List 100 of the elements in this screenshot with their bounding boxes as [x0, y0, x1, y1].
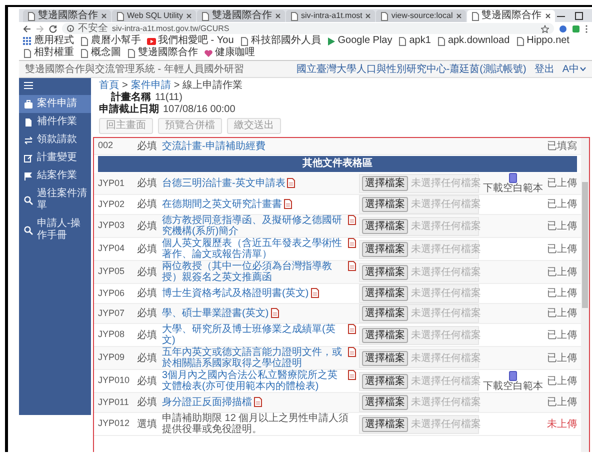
document-link[interactable]: 在德期間之英文研究計畫書	[162, 199, 282, 210]
pdf-icon[interactable]	[348, 215, 356, 225]
reload-icon[interactable]	[49, 24, 57, 32]
sidebar-item[interactable]: 過往案件清單	[19, 185, 91, 215]
document-link[interactable]: 身分證正反面掃描檔	[162, 397, 252, 408]
bookmark-link[interactable]: 健康咖哩	[204, 47, 255, 59]
choose-file-button[interactable]: 選擇檔案	[362, 328, 408, 342]
choose-file-button[interactable]: 選擇檔案	[362, 218, 408, 234]
pdf-icon[interactable]	[254, 397, 262, 407]
bookmark-link[interactable]: Google Play	[326, 35, 392, 47]
pdf-icon[interactable]	[348, 370, 356, 380]
file-upload-field[interactable]: 選擇檔案 未選擇任何檔案	[359, 262, 479, 282]
breadcrumb-link[interactable]: 案件申請	[130, 80, 171, 92]
document-link[interactable]: 學、碩士畢業證書(英文)	[162, 308, 269, 319]
back-icon[interactable]	[23, 24, 31, 32]
pdf-icon[interactable]	[348, 238, 356, 248]
choose-file-button[interactable]: 選擇檔案	[362, 416, 408, 432]
close-icon[interactable]	[186, 13, 192, 19]
document-link[interactable]: 五年內英文或德文語言能力證明文件，或於相關語系國家取得之學位證明	[162, 347, 346, 369]
close-icon[interactable]	[456, 13, 462, 19]
close-icon[interactable]	[275, 13, 282, 19]
bookmark-link[interactable]: apk.download	[436, 35, 510, 47]
document-link[interactable]: 3個月內之國內合法公私立醫療院所之英文體檢表(亦可使用範本內的體檢表)	[162, 370, 346, 392]
breadcrumb-link[interactable]: 首頁	[99, 80, 119, 92]
choose-file-button[interactable]: 選擇檔案	[362, 395, 408, 410]
browser-tab[interactable]: Web SQL Utility	[112, 10, 196, 22]
document-link[interactable]: 台德三明治計畫-英文申請表	[162, 178, 286, 189]
document-link[interactable]: 兩位教授（其中一位必須為台灣指導教授）親簽名之英文推薦函	[162, 261, 346, 283]
bookmark-link[interactable]: 農曆小幫手	[80, 35, 141, 47]
bookmark-link[interactable]: 雙邊國際合作	[127, 47, 198, 59]
pdf-icon[interactable]	[348, 261, 356, 271]
choose-file-button[interactable]: 選擇檔案	[362, 242, 408, 256]
pdf-icon[interactable]	[310, 288, 319, 298]
bookmark-link[interactable]: 應用程式	[23, 35, 74, 47]
pdf-icon[interactable]	[348, 324, 356, 334]
browser-tab[interactable]: 雙邊國際合作	[466, 10, 555, 22]
browser-tab[interactable]: view-source:local	[376, 10, 466, 22]
download-template-link[interactable]: 下載空白範本	[482, 370, 544, 392]
close-icon[interactable]	[544, 13, 551, 19]
choose-file-button[interactable]: 選擇檔案	[362, 306, 408, 321]
grid-icon	[23, 36, 32, 46]
scrollbar-thumb[interactable]	[582, 182, 588, 308]
bookmark-link[interactable]: 科技部國外人員	[240, 35, 321, 47]
logout-link[interactable]: 登出	[534, 62, 554, 76]
file-upload-field[interactable]: 選擇檔案 未選擇任何檔案	[359, 326, 479, 344]
browser-tab[interactable]: 雙邊國際合作	[23, 10, 111, 22]
bookmark-link[interactable]: apk1	[398, 35, 431, 47]
language-menu[interactable]: A中	[562, 62, 586, 76]
document-link[interactable]: 德方教授同意指導函、及擬研修之德國研究機構(系所)簡介	[162, 215, 346, 237]
choose-file-button[interactable]: 選擇檔案	[362, 197, 408, 212]
file-status-text: 未選擇任何檔案	[411, 288, 481, 299]
sidebar-item[interactable]: 領款請款	[19, 131, 91, 149]
scrollbar[interactable]	[581, 138, 589, 452]
pdf-icon[interactable]	[270, 308, 279, 318]
choose-file-button[interactable]: 選擇檔案	[362, 264, 408, 280]
bookmark-link[interactable]: 概念圖	[80, 47, 121, 59]
document-link[interactable]: 交流計畫-申請補助經費	[162, 140, 266, 152]
file-upload-field[interactable]: 選擇檔案 未選擇任何檔案	[359, 414, 479, 434]
bookmark-link[interactable]: 我們相愛吧 - You	[147, 35, 234, 47]
required-label: 必填	[137, 244, 158, 254]
exchange-icon	[24, 136, 33, 144]
sidebar-item[interactable]: 申請人-操作手冊	[19, 215, 91, 245]
pdf-icon[interactable]	[348, 347, 356, 357]
file-upload-field[interactable]: 選擇檔案 未選擇任何檔案	[359, 304, 479, 323]
choose-file-button[interactable]: 選擇檔案	[362, 350, 408, 366]
pdf-icon[interactable]	[284, 199, 292, 209]
maximize-icon[interactable]	[574, 12, 583, 20]
bookmark-link[interactable]: 相對權重	[23, 47, 74, 59]
bookmark-link[interactable]: Hippo.net	[516, 35, 570, 47]
file-upload-field[interactable]: 選擇檔案 未選擇任何檔案	[359, 195, 479, 214]
close-icon[interactable]	[365, 13, 372, 19]
file-upload-field[interactable]: 選擇檔案 未選擇任何檔案	[359, 216, 479, 236]
sidebar-item[interactable]: 計畫變更	[19, 149, 91, 167]
menu-icon[interactable]	[24, 82, 33, 89]
sidebar-item[interactable]: 補件作業	[19, 113, 91, 131]
star-icon[interactable]	[541, 24, 549, 32]
file-upload-field[interactable]: 選擇檔案 未選擇任何檔案	[359, 284, 479, 303]
choose-file-button[interactable]: 選擇檔案	[362, 176, 408, 191]
document-link[interactable]: 大學、研究所及博士班修業之成績單(英文)	[162, 324, 346, 346]
file-upload-field[interactable]: 選擇檔案 未選擇任何檔案	[359, 174, 479, 193]
address-bar[interactable]: 不安全 siv-intra-a1t.most.gov.tw/GCURS	[62, 23, 554, 34]
more-icon[interactable]	[585, 24, 588, 32]
browser-tab[interactable]: siv-intra-a1t.most	[286, 10, 376, 22]
file-upload-field[interactable]: 選擇檔案 未選擇任何檔案	[359, 240, 479, 258]
pdf-icon[interactable]	[287, 178, 296, 188]
document-link[interactable]: 個人英文履歷表（含近五年發表之學術性著作、論文或報告清單）	[162, 238, 346, 260]
close-icon[interactable]	[101, 13, 107, 19]
download-template-link[interactable]: 下載空白範本	[482, 173, 544, 194]
file-upload-field[interactable]: 選擇檔案 未選擇任何檔案	[359, 393, 479, 412]
choose-file-button[interactable]: 選擇檔案	[362, 286, 408, 301]
document-code: JYP02	[98, 200, 126, 210]
file-upload-field[interactable]: 選擇檔案 未選擇任何檔案	[359, 348, 479, 368]
document-link[interactable]: 博士生資格考試及格證明書(英文)	[162, 288, 309, 299]
choose-file-button[interactable]: 選擇檔案	[362, 374, 408, 388]
file-status-text: 未選擇任何檔案	[411, 266, 481, 278]
file-upload-field[interactable]: 選擇檔案 未選擇任何檔案	[359, 372, 479, 390]
required-label: 必填	[137, 308, 158, 319]
browser-tab[interactable]: 雙邊國際合作	[197, 10, 286, 22]
sidebar-item[interactable]: 結案作業	[19, 167, 91, 185]
sidebar-item[interactable]: 案件申請	[19, 95, 91, 113]
